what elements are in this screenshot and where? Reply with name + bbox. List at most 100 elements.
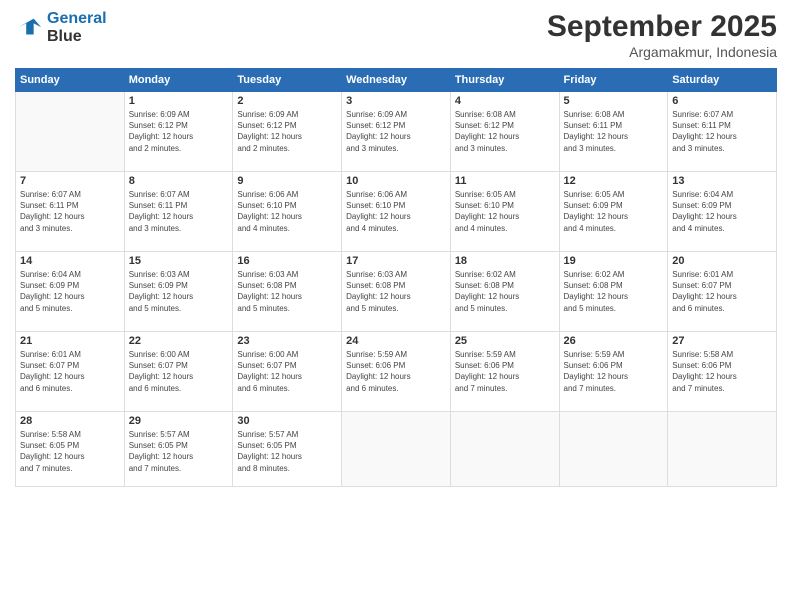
title-area: September 2025 Argamakmur, Indonesia	[547, 10, 777, 60]
col-monday: Monday	[124, 69, 233, 92]
day-cell: 13Sunrise: 6:04 AMSunset: 6:09 PMDayligh…	[668, 172, 777, 252]
day-info: Sunrise: 6:09 AMSunset: 6:12 PMDaylight:…	[237, 109, 337, 154]
day-cell	[668, 412, 777, 487]
col-thursday: Thursday	[450, 69, 559, 92]
day-number: 28	[20, 415, 120, 427]
day-number: 11	[455, 175, 555, 187]
day-number: 16	[237, 255, 337, 267]
day-info: Sunrise: 6:03 AMSunset: 6:08 PMDaylight:…	[237, 269, 337, 314]
day-number: 19	[564, 255, 664, 267]
day-number: 18	[455, 255, 555, 267]
day-cell: 22 Sunrise: 6:00 AMSunset: 6:07 PMDayligh…	[124, 332, 233, 412]
col-wednesday: Wednesday	[342, 69, 451, 92]
day-cell	[450, 412, 559, 487]
day-cell: 5 Sunrise: 6:08 AMSunset: 6:11 PMDaylight…	[559, 92, 668, 172]
day-cell: 30 Sunrise: 5:57 AMSunset: 6:05 PMDayligh…	[233, 412, 342, 487]
day-number: 20	[672, 255, 772, 267]
day-number: 4	[455, 95, 555, 107]
day-number: 5	[564, 95, 664, 107]
day-info: Sunrise: 6:00 AMSunset: 6:07 PMDaylight:…	[237, 349, 337, 394]
day-cell: 9 Sunrise: 6:06 AMSunset: 6:10 PMDaylight…	[233, 172, 342, 252]
day-info: Sunrise: 5:59 AMSunset: 6:06 PMDaylight:…	[346, 349, 446, 394]
day-cell: 19 Sunrise: 6:02 AMSunset: 6:08 PMDayligh…	[559, 252, 668, 332]
day-cell: 8Sunrise: 6:07 AMSunset: 6:11 PMDaylight…	[124, 172, 233, 252]
day-cell: 12 Sunrise: 6:05 AMSunset: 6:09 PMDayligh…	[559, 172, 668, 252]
day-number: 26	[564, 335, 664, 347]
day-number: 21	[20, 335, 120, 347]
day-info: Sunrise: 5:57 AMSunset: 6:05 PMDaylight:…	[237, 429, 337, 474]
day-number: 10	[346, 175, 446, 187]
day-info: Sunrise: 6:03 AMSunset: 6:09 PMDaylight:…	[129, 269, 229, 314]
col-friday: Friday	[559, 69, 668, 92]
day-info: Sunrise: 6:02 AMSunset: 6:08 PMDaylight:…	[564, 269, 664, 314]
day-info: Sunrise: 6:04 AMSunset: 6:09 PMDaylight:…	[20, 269, 120, 314]
week-row-2: 14 Sunrise: 6:04 AMSunset: 6:09 PMDayligh…	[16, 252, 777, 332]
day-cell	[16, 92, 125, 172]
logo-icon	[15, 14, 43, 42]
day-number: 3	[346, 95, 446, 107]
day-cell	[342, 412, 451, 487]
day-info: Sunrise: 6:00 AMSunset: 6:07 PMDaylight:…	[129, 349, 229, 394]
day-number: 25	[455, 335, 555, 347]
logo: General Blue	[15, 10, 107, 46]
day-cell: 25 Sunrise: 5:59 AMSunset: 6:06 PMDayligh…	[450, 332, 559, 412]
day-number: 23	[237, 335, 337, 347]
day-number: 29	[129, 415, 229, 427]
day-number: 22	[129, 335, 229, 347]
day-number: 9	[237, 175, 337, 187]
day-info: Sunrise: 6:07 AMSunset: 6:11 PMDaylight:…	[129, 189, 229, 234]
day-cell: 29 Sunrise: 5:57 AMSunset: 6:05 PMDayligh…	[124, 412, 233, 487]
day-number: 27	[672, 335, 772, 347]
day-cell: 28Sunrise: 5:58 AMSunset: 6:05 PMDayligh…	[16, 412, 125, 487]
day-number: 17	[346, 255, 446, 267]
day-number: 12	[564, 175, 664, 187]
day-cell: 3Sunrise: 6:09 AMSunset: 6:12 PMDaylight…	[342, 92, 451, 172]
day-cell: 24 Sunrise: 5:59 AMSunset: 6:06 PMDayligh…	[342, 332, 451, 412]
day-cell: 10 Sunrise: 6:06 AMSunset: 6:10 PMDayligh…	[342, 172, 451, 252]
week-row-0: 1 Sunrise: 6:09 AMSunset: 6:12 PMDaylight…	[16, 92, 777, 172]
day-number: 6	[672, 95, 772, 107]
calendar-page: General Blue September 2025 Argamakmur, …	[0, 0, 792, 612]
day-number: 24	[346, 335, 446, 347]
day-cell: 1 Sunrise: 6:09 AMSunset: 6:12 PMDaylight…	[124, 92, 233, 172]
day-number: 15	[129, 255, 229, 267]
day-number: 7	[20, 175, 120, 187]
day-number: 14	[20, 255, 120, 267]
col-sunday: Sunday	[16, 69, 125, 92]
day-cell: 2 Sunrise: 6:09 AMSunset: 6:12 PMDaylight…	[233, 92, 342, 172]
calendar-table: Sunday Monday Tuesday Wednesday Thursday…	[15, 68, 777, 487]
day-cell: 27Sunrise: 5:58 AMSunset: 6:06 PMDayligh…	[668, 332, 777, 412]
day-info: Sunrise: 6:09 AMSunset: 6:12 PMDaylight:…	[129, 109, 229, 154]
day-cell: 4Sunrise: 6:08 AMSunset: 6:12 PMDaylight…	[450, 92, 559, 172]
day-number: 2	[237, 95, 337, 107]
day-info: Sunrise: 5:57 AMSunset: 6:05 PMDaylight:…	[129, 429, 229, 474]
day-number: 30	[237, 415, 337, 427]
day-cell: 23 Sunrise: 6:00 AMSunset: 6:07 PMDayligh…	[233, 332, 342, 412]
col-tuesday: Tuesday	[233, 69, 342, 92]
day-info: Sunrise: 5:59 AMSunset: 6:06 PMDaylight:…	[455, 349, 555, 394]
day-info: Sunrise: 6:06 AMSunset: 6:10 PMDaylight:…	[346, 189, 446, 234]
day-info: Sunrise: 6:07 AMSunset: 6:11 PMDaylight:…	[672, 109, 772, 154]
day-cell: 21 Sunrise: 6:01 AMSunset: 6:07 PMDayligh…	[16, 332, 125, 412]
week-row-3: 21 Sunrise: 6:01 AMSunset: 6:07 PMDayligh…	[16, 332, 777, 412]
day-cell: 16 Sunrise: 6:03 AMSunset: 6:08 PMDayligh…	[233, 252, 342, 332]
day-info: Sunrise: 6:06 AMSunset: 6:10 PMDaylight:…	[237, 189, 337, 234]
day-cell: 18Sunrise: 6:02 AMSunset: 6:08 PMDayligh…	[450, 252, 559, 332]
day-cell: 20Sunrise: 6:01 AMSunset: 6:07 PMDayligh…	[668, 252, 777, 332]
day-info: Sunrise: 6:08 AMSunset: 6:11 PMDaylight:…	[564, 109, 664, 154]
day-info: Sunrise: 6:01 AMSunset: 6:07 PMDaylight:…	[20, 349, 120, 394]
day-info: Sunrise: 6:04 AMSunset: 6:09 PMDaylight:…	[672, 189, 772, 234]
day-info: Sunrise: 6:05 AMSunset: 6:10 PMDaylight:…	[455, 189, 555, 234]
day-cell	[559, 412, 668, 487]
day-cell: 6 Sunrise: 6:07 AMSunset: 6:11 PMDaylight…	[668, 92, 777, 172]
week-row-4: 28Sunrise: 5:58 AMSunset: 6:05 PMDayligh…	[16, 412, 777, 487]
day-cell: 15 Sunrise: 6:03 AMSunset: 6:09 PMDayligh…	[124, 252, 233, 332]
day-info: Sunrise: 5:59 AMSunset: 6:06 PMDaylight:…	[564, 349, 664, 394]
day-cell: 11 Sunrise: 6:05 AMSunset: 6:10 PMDayligh…	[450, 172, 559, 252]
day-info: Sunrise: 6:05 AMSunset: 6:09 PMDaylight:…	[564, 189, 664, 234]
week-row-1: 7 Sunrise: 6:07 AMSunset: 6:11 PMDaylight…	[16, 172, 777, 252]
day-info: Sunrise: 6:03 AMSunset: 6:08 PMDaylight:…	[346, 269, 446, 314]
day-number: 1	[129, 95, 229, 107]
header: General Blue September 2025 Argamakmur, …	[15, 10, 777, 60]
header-row: Sunday Monday Tuesday Wednesday Thursday…	[16, 69, 777, 92]
